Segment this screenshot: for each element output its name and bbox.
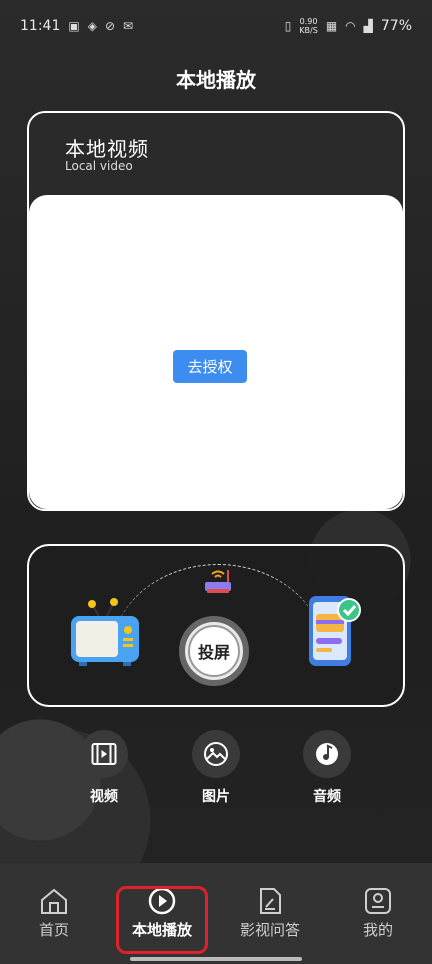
mail-icon: ✉ <box>123 19 134 33</box>
status-right: ▯ 0.90 KB/S ▦ ◠ ▟ 77% <box>285 17 412 35</box>
profile-icon <box>365 888 391 914</box>
phone-icon <box>309 596 361 666</box>
nav-label-home: 首页 <box>38 921 69 939</box>
battery-level: 77% <box>380 18 412 34</box>
home-indicator <box>130 957 302 961</box>
local-video-subtitle: Local video <box>65 159 133 173</box>
video-film-icon <box>91 743 117 765</box>
screen-cast-card[interactable]: 投屏 <box>27 544 405 707</box>
bottom-navigation: 首页 本地播放 影视问答 我的 <box>0 863 432 964</box>
image-icon <box>204 742 228 766</box>
edit-document-icon <box>260 888 281 914</box>
media-video-label: 视频 <box>90 789 118 805</box>
media-image-label: 图片 <box>202 789 230 805</box>
media-video-circle <box>80 730 128 778</box>
home-icon <box>41 888 67 914</box>
network-speed-value: 0.90 <box>299 17 318 26</box>
authorize-button[interactable]: 去授权 <box>173 350 247 383</box>
nav-label-profile: 我的 <box>362 921 393 939</box>
local-video-content-panel: 去授权 <box>29 195 403 509</box>
media-audio-circle <box>303 730 351 778</box>
media-image-circle <box>192 730 240 778</box>
status-bar: 11:41 ▣ ◈ ⊘ ✉ ▯ 0.90 KB/S ▦ ◠ ▟ 77% <box>0 0 432 52</box>
router-icon <box>205 570 231 593</box>
sync-icon: ⊘ <box>104 19 115 33</box>
media-audio[interactable]: 音频 <box>287 730 367 806</box>
shield-icon: ◈ <box>87 19 97 33</box>
status-time: 11:41 <box>20 18 61 34</box>
sim-icon: ▦ <box>325 19 338 33</box>
page-title: 本地播放 <box>176 68 256 92</box>
wifi-icon: ◠ <box>345 19 356 33</box>
media-video[interactable]: 视频 <box>64 730 144 806</box>
music-disc-icon <box>316 743 338 765</box>
app-notification-icon: ▣ <box>68 19 80 33</box>
nav-item-qa[interactable]: 影视问答 <box>216 863 324 964</box>
media-image[interactable]: 图片 <box>176 730 256 806</box>
status-left: 11:41 ▣ ◈ ⊘ ✉ <box>20 18 133 34</box>
cast-button-label: 投屏 <box>188 625 240 677</box>
network-speed: 0.90 KB/S <box>299 17 318 35</box>
signal-icon: ▟ <box>363 19 373 33</box>
active-tab-highlight <box>116 886 208 954</box>
nav-item-home[interactable]: 首页 <box>0 863 108 964</box>
local-video-title: 本地视频 <box>65 137 149 161</box>
nav-label-qa: 影视问答 <box>239 921 300 939</box>
media-audio-label: 音频 <box>313 789 341 805</box>
vibrate-icon: ▯ <box>284 19 292 33</box>
tv-icon <box>71 598 139 666</box>
network-speed-unit: KB/S <box>299 26 318 35</box>
nav-item-profile[interactable]: 我的 <box>324 863 432 964</box>
cast-button[interactable]: 投屏 <box>179 616 249 686</box>
local-video-card: 本地视频 Local video 去授权 <box>27 111 405 511</box>
